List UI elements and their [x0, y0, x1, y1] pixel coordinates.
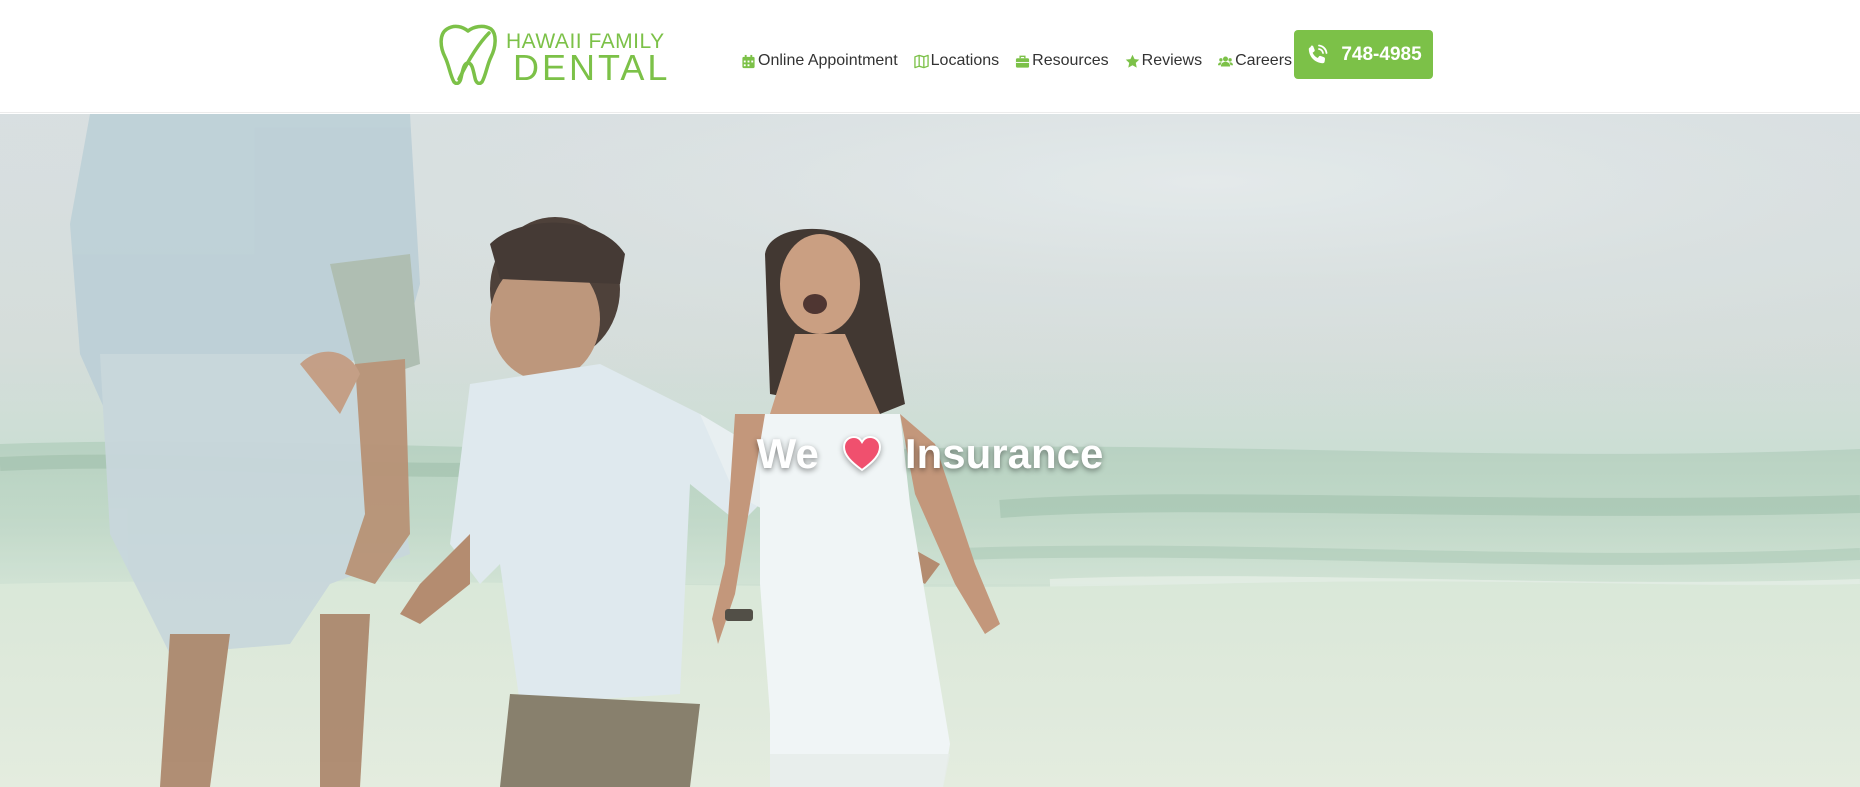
nav-careers-label: Careers	[1235, 52, 1293, 69]
tooth-icon	[439, 23, 497, 86]
phone-icon	[1305, 43, 1329, 67]
phone-number: 748-4985	[1341, 43, 1422, 65]
nav-online-appointment[interactable]: Online Appointment	[741, 52, 898, 70]
logo-link[interactable]: HAWAII FAMILY DENTAL	[439, 23, 671, 88]
nav-online-appointment-label: Online Appointment	[758, 52, 898, 69]
nav-locations[interactable]: Locations	[913, 52, 1000, 70]
logo-text-bottom: DENTAL	[513, 47, 671, 88]
calendar-icon	[741, 54, 756, 69]
nav-reviews-label: Reviews	[1141, 52, 1203, 69]
star-icon	[1125, 54, 1140, 69]
main-nav: Online Appointment Locations Resources R…	[741, 50, 1308, 72]
nav-locations-label: Locations	[930, 52, 1000, 69]
briefcase-icon	[1015, 54, 1030, 69]
hero-section: We Insurance	[0, 114, 1860, 787]
nav-resources[interactable]: Resources	[1015, 52, 1109, 70]
nav-reviews[interactable]: Reviews	[1125, 52, 1202, 70]
hero-word-we: We	[756, 430, 819, 477]
site-header: HAWAII FAMILY DENTAL Online Appointment …	[0, 0, 1860, 113]
hero-headline: We Insurance	[0, 414, 1860, 494]
heart-icon	[842, 436, 881, 472]
map-icon	[913, 54, 929, 69]
users-icon	[1218, 54, 1234, 69]
nav-careers[interactable]: Careers	[1218, 52, 1292, 70]
nav-resources-label: Resources	[1032, 52, 1109, 69]
phone-button[interactable]: 748-4985	[1294, 30, 1433, 79]
hero-word-insurance: Insurance	[904, 430, 1104, 477]
